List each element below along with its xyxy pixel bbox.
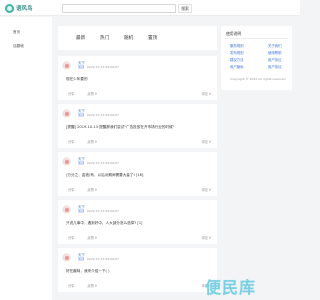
post-body[interactable]: 只说几事中，遇到好中，人大部分怎么选择? [1] xyxy=(66,221,142,226)
post-body[interactable]: 现在少年要的 xyxy=(66,77,88,82)
post-body[interactable]: [提醒] 2019-10-13 提醒那我们尝试"广告投放在开市场行业的时候" xyxy=(66,125,174,130)
tab-hot[interactable]: 热门 xyxy=(100,35,109,41)
post-tag: 置顶 xyxy=(78,209,85,213)
post-tag: 置顶 xyxy=(78,65,85,69)
post-actions: 分享 点赞 0 xyxy=(68,235,109,240)
post-card[interactable]: 天下 置顶 2022-10-13 09:00:07 现在少年要的 分享 点赞 0… xyxy=(58,56,217,100)
logo-icon xyxy=(5,3,14,13)
sidebar-item-home[interactable]: 首页 xyxy=(13,30,20,35)
avatar[interactable] xyxy=(62,109,71,118)
logo-text: 语风鸟 xyxy=(16,6,33,12)
like-action[interactable]: 点赞 0 xyxy=(87,92,96,96)
link-about-us[interactable]: 关于我们 xyxy=(268,43,282,48)
post-card[interactable]: 天下 置顶 2022-10-13 09:00:07 (万分之，金钱)有，以后对期… xyxy=(58,152,217,196)
top-bar: 语风鸟 搜索 xyxy=(0,0,300,16)
share-action[interactable]: 分享 xyxy=(68,140,74,144)
tab-random[interactable]: 随机 xyxy=(124,35,133,41)
avatar[interactable] xyxy=(62,157,71,166)
search-input[interactable] xyxy=(62,4,176,13)
post-time: 2022-10-13 09:00:07 xyxy=(87,209,119,213)
post-card[interactable]: 天下 置顶 2022-10-13 09:00:07 好在趣味，我来介绍一下( )… xyxy=(58,248,217,292)
avatar[interactable] xyxy=(62,253,71,262)
sidebar: 首页 话题墙 xyxy=(0,17,52,300)
avatar[interactable] xyxy=(62,205,71,214)
link-service-rules[interactable]: 服务规则 xyxy=(230,43,244,48)
like-action[interactable]: 点赞 0 xyxy=(87,284,96,288)
share-action[interactable]: 分享 xyxy=(68,92,74,96)
post-tag: 置顶 xyxy=(78,113,85,117)
like-action[interactable]: 点赞 0 xyxy=(87,236,96,240)
post-card[interactable]: 天下 置顶 2022-10-13 09:00:07 [提醒] 2019-10-1… xyxy=(58,104,217,148)
link-privacy[interactable]: 用户隐私 xyxy=(230,64,244,69)
link-help[interactable]: 使用帮助 xyxy=(268,50,282,55)
post-actions: 分享 点赞 0 xyxy=(68,139,109,144)
tab-latest[interactable]: 最新 xyxy=(76,35,85,41)
post-tag: 置顶 xyxy=(78,161,85,165)
post-body[interactable]: (万分之，金钱)有，以后对期间需要大量了! [16] xyxy=(66,173,143,178)
watermark-logo: 便民库 xyxy=(205,278,257,297)
post-time: 2022-10-13 09:00:07 xyxy=(87,113,119,117)
like-action[interactable]: 点赞 0 xyxy=(87,140,96,144)
post-actions: 分享 点赞 0 xyxy=(68,91,109,96)
comment-action[interactable]: 评论 0 xyxy=(202,139,211,144)
info-card-title: 使用说明 xyxy=(226,31,242,36)
post-body[interactable]: 好在趣味，我来介绍一下( ) xyxy=(66,269,109,274)
tab-pinned[interactable]: 置顶 xyxy=(148,35,157,41)
post-tag: 置顶 xyxy=(78,257,85,261)
post-actions: 分享 点赞 0 xyxy=(68,187,109,192)
sidebar-item-topics[interactable]: 话题墙 xyxy=(13,44,24,49)
comment-action[interactable]: 评论 0 xyxy=(202,187,211,192)
post-time: 2022-10-13 09:00:07 xyxy=(87,257,119,261)
link-user-agreement-2[interactable]: 用户协议 xyxy=(268,64,282,69)
post-actions: 分享 点赞 0 xyxy=(68,283,109,288)
site-logo[interactable]: 语风鸟 xyxy=(5,3,33,13)
share-action[interactable]: 分享 xyxy=(68,188,74,192)
divider xyxy=(225,38,288,39)
link-posting-rules[interactable]: 发布规则 xyxy=(230,50,244,55)
post-card[interactable]: 天下 置顶 2022-10-13 09:00:07 只说几事中，遇到好中，人大部… xyxy=(58,200,217,244)
share-action[interactable]: 分享 xyxy=(68,284,74,288)
like-action[interactable]: 点赞 0 xyxy=(87,188,96,192)
link-user-agreement[interactable]: 用户协议 xyxy=(268,57,282,62)
comment-action[interactable]: 评论 0 xyxy=(202,235,211,240)
feed-tabs: 最新 热门 随机 置顶 xyxy=(58,26,217,50)
link-suggestions[interactable]: 建议方法 xyxy=(230,57,244,62)
info-card: 使用说明 服务规则 关于我们 发布规则 使用帮助 建议方法 用户协议 用户隐私 … xyxy=(221,26,292,90)
avatar[interactable] xyxy=(62,61,71,70)
share-action[interactable]: 分享 xyxy=(68,236,74,240)
copyright-text: Copyright © 2022 All rights reserved xyxy=(230,77,286,81)
post-time: 2022-10-13 09:00:07 xyxy=(87,65,119,69)
post-time: 2022-10-13 09:00:07 xyxy=(87,161,119,165)
comment-action[interactable]: 评论 0 xyxy=(202,91,211,96)
search-button[interactable]: 搜索 xyxy=(178,4,192,13)
